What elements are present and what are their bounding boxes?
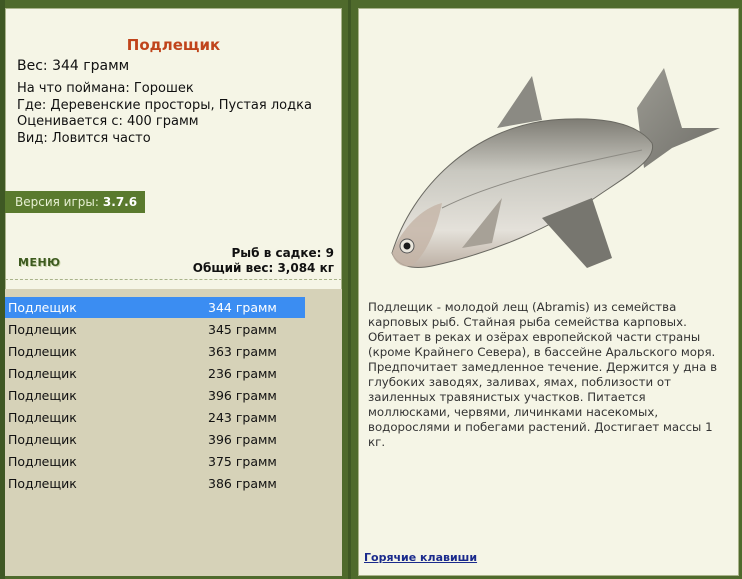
fish-description-panel: Подлещик - молодой лещ (Abramis) из семе… (358, 8, 739, 576)
catch-item-name: Подлещик (8, 432, 77, 447)
hotkeys-link[interactable]: Горячие клавиши (364, 551, 477, 564)
keepnet-weight: Общий вес: 3,084 кг (192, 261, 334, 275)
catch-list-item[interactable]: Подлещик 345 грамм (5, 319, 305, 340)
catch-item-name: Подлещик (8, 344, 77, 359)
fish-title: Подлещик (126, 36, 221, 54)
catch-list-item[interactable]: Подлещик 243 грамм (5, 407, 305, 428)
fish-kind: Вид: Ловится часто (17, 130, 151, 146)
catch-item-weight: 396 грамм (208, 432, 277, 447)
keepnet-totals: Рыб в садке: 9 Общий вес: 3,084 кг (193, 246, 334, 276)
catch-list-item[interactable]: Подлещик 386 грамм (5, 473, 305, 494)
catch-item-weight: 345 грамм (208, 322, 277, 337)
divider (5, 279, 342, 280)
catch-list-item[interactable]: Подлещик 344 грамм (5, 297, 305, 318)
game-window: Подлещик Вес: 344 грамм На что поймана: … (0, 0, 742, 579)
catch-item-name: Подлещик (8, 410, 77, 425)
version-value: 3.7.6 (102, 195, 138, 209)
version-label: Версия игры: (15, 195, 99, 209)
catch-item-name: Подлещик (8, 388, 77, 403)
version-badge: Версия игры: 3.7.6 (5, 191, 145, 213)
fish-description: Подлещик - молодой лещ (Abramis) из семе… (368, 300, 718, 449)
fish-details: На что поймана: Горошек Где: Деревенские… (17, 81, 312, 147)
catch-item-weight: 386 грамм (208, 476, 277, 491)
fish-info-panel: Подлещик Вес: 344 грамм На что поймана: … (5, 8, 342, 576)
catch-item-name: Подлещик (8, 322, 77, 337)
catch-item-weight: 363 грамм (208, 344, 277, 359)
catch-item-weight: 243 грамм (208, 410, 277, 425)
catch-item-weight: 344 грамм (208, 300, 277, 315)
catch-item-weight: 396 грамм (208, 388, 277, 403)
catch-list-item[interactable]: Подлещик 236 грамм (5, 363, 305, 384)
catch-item-name: Подлещик (8, 300, 77, 315)
fish-location: Где: Деревенские просторы, Пустая лодка (17, 97, 312, 113)
catch-item-name: Подлещик (8, 366, 77, 381)
catch-list-item[interactable]: Подлещик 396 грамм (5, 385, 305, 406)
fish-weight: Вес: 344 грамм (17, 58, 130, 74)
fish-bait: На что поймана: Горошек (17, 81, 194, 96)
menu-button[interactable]: МЕНЮ (18, 256, 61, 269)
fish-value: Оценивается с: 400 грамм (17, 114, 199, 129)
catch-item-name: Подлещик (8, 476, 77, 491)
catch-list-item[interactable]: Подлещик 396 грамм (5, 429, 305, 450)
keepnet-count: Рыб в садке: 9 (231, 246, 335, 260)
fish-image (391, 68, 720, 268)
panel-divider (343, 0, 357, 579)
catch-list: Подлещик 344 грамм Подлещик 345 грамм Подлещ… (5, 289, 342, 576)
catch-item-weight: 236 грамм (208, 366, 277, 381)
catch-list-item[interactable]: Подлещик 375 грамм (5, 451, 305, 472)
catch-item-name: Подлещик (8, 454, 77, 469)
catch-item-weight: 375 грамм (208, 454, 277, 469)
catch-list-item[interactable]: Подлещик 363 грамм (5, 341, 305, 362)
